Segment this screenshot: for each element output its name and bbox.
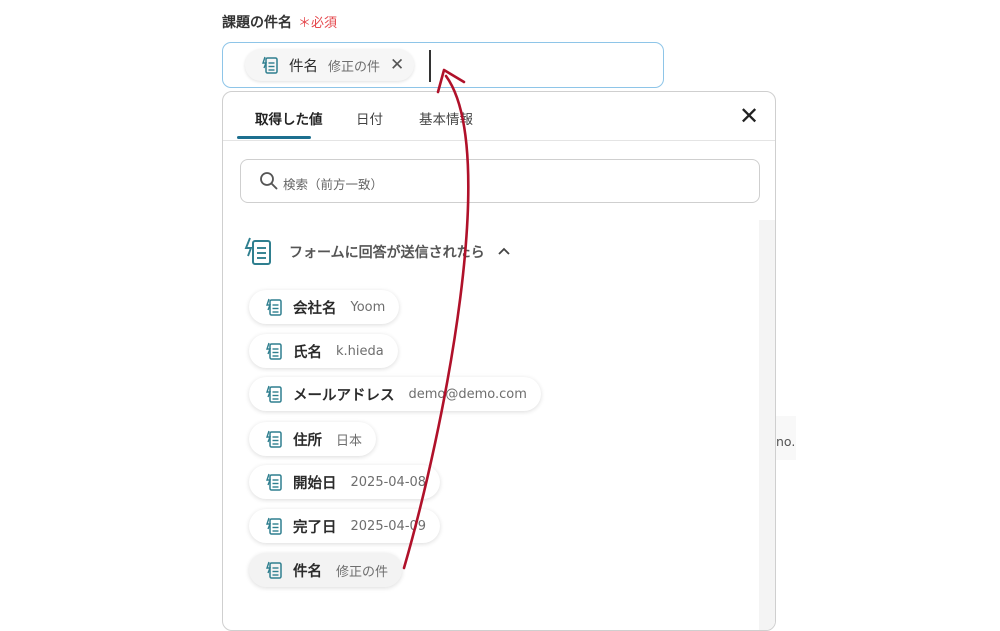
form-icon — [263, 515, 285, 537]
value-chip[interactable]: 住所 日本 — [249, 422, 377, 456]
value-chip[interactable]: メールアドレス demo@demo.com — [249, 377, 541, 411]
value-chip[interactable]: 完了日 2025-04-09 — [249, 509, 441, 543]
active-tab-indicator — [237, 136, 311, 139]
field-label: 課題の件名 ＊必須 — [222, 12, 337, 32]
search-field[interactable]: 検索（前方一致） — [240, 159, 760, 203]
chip-value: 2025-04-09 — [350, 518, 427, 534]
section-title: フォームに回答が送信されたら — [289, 245, 485, 261]
chip-label: メールアドレス — [293, 387, 395, 404]
form-icon — [263, 296, 285, 318]
chip-value: 日本 — [336, 433, 363, 449]
value-chip[interactable]: 件名 修正の件 — [249, 553, 403, 587]
chip-label: 件名 — [293, 563, 322, 580]
background-fragment-text: no. — [776, 434, 796, 449]
section-header-form-submitted[interactable]: フォームに回答が送信されたら — [243, 235, 511, 269]
chip-remove-icon[interactable]: ✕ — [390, 56, 404, 74]
value-chip[interactable]: 開始日 2025-04-08 — [249, 465, 441, 499]
form-icon — [263, 340, 285, 362]
field-label-text: 課題の件名 — [222, 15, 292, 31]
chip-label: 完了日 — [293, 519, 337, 536]
value-chip[interactable]: 会社名 Yoom — [249, 290, 400, 324]
chip-value: k.hieda — [336, 343, 384, 359]
tab-basic-info[interactable]: 基本情報 — [419, 108, 473, 128]
search-placeholder: 検索（前方一致） — [283, 177, 384, 192]
required-badge: ＊必須 — [298, 16, 338, 31]
input-token-chip[interactable]: 件名 修正の件 ✕ — [245, 49, 415, 81]
chevron-up-icon[interactable] — [497, 244, 511, 260]
tab-date[interactable]: 日付 — [356, 108, 383, 128]
chip-value: 修正の件 — [336, 564, 389, 580]
chip-label: 開始日 — [293, 475, 337, 492]
form-icon — [263, 383, 285, 405]
chip-label: 会社名 — [293, 300, 337, 317]
subject-input[interactable]: 件名 修正の件 ✕ — [222, 42, 664, 88]
chip-value: demo@demo.com — [408, 386, 527, 402]
form-icon — [263, 471, 285, 493]
tab-retrieved-values[interactable]: 取得した値 — [255, 108, 323, 128]
chip-value: 修正の件 — [328, 59, 381, 75]
form-icon — [243, 235, 275, 269]
tab-bar: 取得した値 日付 基本情報 ✕ — [223, 92, 775, 141]
text-caret — [429, 50, 431, 82]
close-icon[interactable]: ✕ — [739, 104, 759, 128]
chip-value: Yoom — [350, 299, 386, 315]
value-picker-panel: 取得した値 日付 基本情報 ✕ 検索（前方一致） フォームに回答が送信されたら … — [222, 91, 776, 631]
form-icon — [263, 559, 285, 581]
search-icon — [259, 171, 279, 191]
chip-label: 氏名 — [293, 344, 322, 361]
form-icon — [263, 428, 285, 450]
chip-label: 住所 — [293, 432, 322, 449]
value-chip[interactable]: 氏名 k.hieda — [249, 334, 398, 368]
chip-label: 件名 — [289, 58, 318, 75]
chip-value: 2025-04-08 — [350, 474, 427, 490]
scrollbar-track[interactable] — [759, 220, 775, 630]
form-icon — [259, 54, 281, 76]
